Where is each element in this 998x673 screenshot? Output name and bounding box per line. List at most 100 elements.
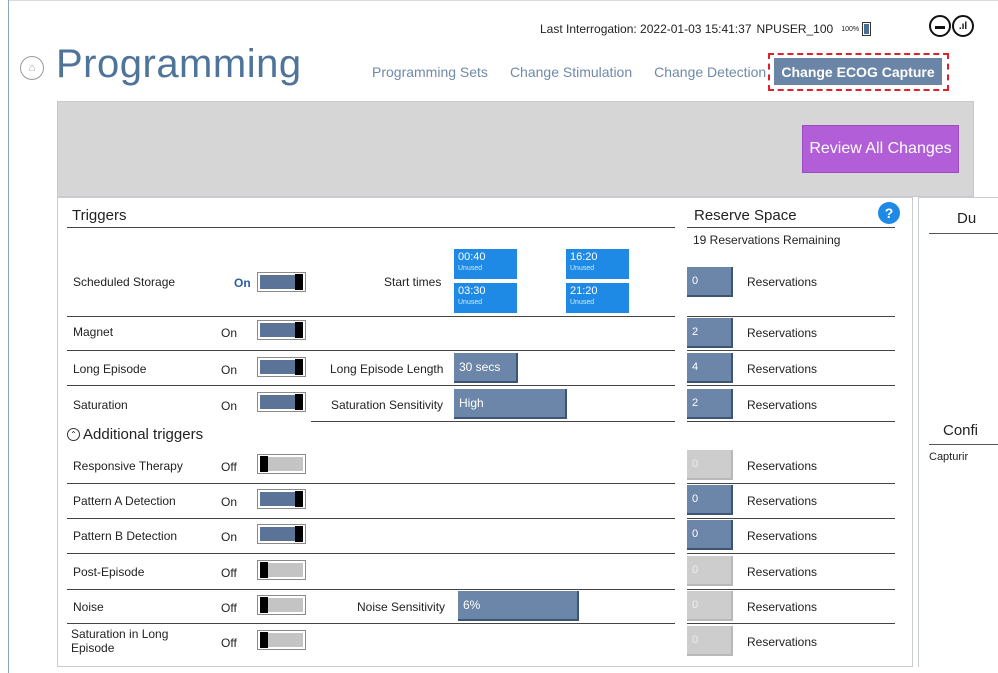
scheduled-storage-state: On [234, 276, 251, 290]
pattern-a-state: On [221, 495, 238, 509]
reservation-count-field[interactable]: 0 [687, 450, 733, 480]
start-time-value: 03:30 [458, 285, 486, 297]
row-divider [687, 553, 895, 554]
long-episode-length-field[interactable]: 30 secs [454, 353, 518, 383]
reservations-label: Reservations [747, 362, 818, 376]
side-divider [929, 444, 998, 445]
row-divider [687, 483, 895, 484]
row-divider [67, 553, 675, 554]
responsive-therapy-toggle[interactable] [257, 454, 306, 474]
duration-title: Du [957, 210, 977, 227]
pattern-b-label: Pattern B Detection [73, 529, 178, 543]
start-time-value: 21:20 [570, 285, 598, 297]
saturation-sensitivity-field[interactable]: High [454, 389, 567, 419]
start-time-value: 00:40 [458, 251, 486, 263]
triggers-title: Triggers [72, 207, 127, 224]
scheduled-storage-toggle[interactable] [257, 272, 306, 292]
saturation-long-episode-toggle[interactable] [257, 630, 306, 650]
row-divider [687, 316, 895, 317]
magnet-state: On [221, 326, 238, 340]
magnet-toggle[interactable] [257, 320, 306, 340]
reservation-count-field[interactable]: 2 [687, 389, 733, 419]
reservation-count-field[interactable]: 0 [687, 556, 733, 586]
row-divider [67, 589, 675, 590]
user-name: NPUSER_100 [756, 22, 834, 36]
reservation-count-field[interactable]: 0 [687, 591, 733, 621]
additional-triggers-title: Additional triggers [83, 426, 204, 443]
reservations-label: Reservations [747, 600, 818, 614]
noise-state: Off [221, 601, 237, 615]
row-divider [687, 421, 895, 422]
reservation-count-field[interactable]: 0 [687, 520, 733, 550]
start-time-button[interactable]: 16:20 Unused [566, 249, 629, 279]
additional-triggers-toggle[interactable]: ⌃ Additional triggers [67, 426, 203, 443]
long-episode-state: On [221, 363, 238, 377]
reservation-count-field[interactable]: 4 [687, 353, 733, 383]
noise-toggle[interactable] [257, 595, 306, 615]
start-time-value: 16:20 [570, 251, 598, 263]
pattern-a-label: Pattern A Detection [73, 494, 176, 508]
post-episode-toggle[interactable] [257, 560, 306, 580]
capturing-text: Capturir [929, 451, 969, 463]
row-divider [67, 316, 675, 317]
start-time-button[interactable]: 03:30 Unused [454, 283, 517, 313]
row-divider [687, 385, 895, 386]
reservations-label: Reservations [747, 565, 818, 579]
saturation-state: On [221, 399, 238, 413]
tab-change-ecog-capture[interactable]: Change ECOG Capture [774, 58, 942, 85]
reservation-count-field[interactable]: 0 [687, 626, 733, 656]
tab-change-stimulation[interactable]: Change Stimulation [510, 64, 632, 80]
start-time-button[interactable]: 21:20 Unused [566, 283, 629, 313]
battery-icon [862, 22, 872, 36]
reserve-divider [687, 227, 895, 228]
home-icon[interactable]: ⌂ [20, 56, 44, 80]
tab-bar: Programming Sets Change Stimulation Chan… [372, 64, 788, 80]
review-all-changes-button[interactable]: Review All Changes [802, 125, 959, 173]
responsive-therapy-label: Responsive Therapy [73, 459, 183, 473]
tab-programming-sets[interactable]: Programming Sets [372, 64, 488, 80]
magnet-label: Magnet [73, 325, 114, 339]
scheduled-storage-label: Scheduled Storage [73, 275, 176, 289]
reservations-label: Reservations [747, 398, 818, 412]
noise-sensitivity-label: Noise Sensitivity [357, 600, 446, 614]
status-bar: Last Interrogation: 2022-01-03 15:41:37 … [540, 22, 872, 36]
configuration-title: Confi [943, 422, 979, 439]
last-interrogation: Last Interrogation: 2022-01-03 15:41:37 [540, 22, 752, 36]
row-divider [67, 623, 675, 624]
tab-change-detection[interactable]: Change Detection [654, 64, 766, 80]
saturation-label: Saturation [73, 398, 128, 412]
briefcase-icon[interactable]: ▬ [929, 15, 951, 37]
long-episode-toggle[interactable] [257, 357, 306, 377]
signal-icon[interactable]: .ıl [952, 15, 974, 37]
saturation-long-episode-state: Off [221, 636, 237, 650]
duration-panel: Du Confi Capturir [918, 197, 998, 667]
reservations-label: Reservations [747, 635, 818, 649]
saturation-toggle[interactable] [257, 392, 306, 412]
reservation-count-field[interactable]: 2 [687, 318, 733, 348]
start-time-status: Unused [458, 299, 483, 306]
start-time-button[interactable]: 00:40 Unused [454, 249, 517, 279]
row-divider [67, 483, 675, 484]
triggers-divider [67, 227, 675, 228]
noise-sensitivity-field[interactable]: 6% [458, 591, 579, 621]
pattern-b-toggle[interactable] [257, 524, 306, 544]
battery-percent: 100% [841, 25, 860, 33]
start-time-status: Unused [570, 299, 595, 306]
saturation-sensitivity-label: Saturation Sensitivity [331, 398, 444, 412]
reservations-label: Reservations [747, 275, 818, 289]
reservations-label: Reservations [747, 494, 818, 508]
row-divider [687, 518, 895, 519]
pattern-a-toggle[interactable] [257, 489, 306, 509]
long-episode-label: Long Episode [73, 362, 147, 376]
reservation-count-field[interactable]: 0 [687, 485, 733, 515]
post-episode-label: Post-Episode [73, 565, 145, 579]
start-time-status: Unused [458, 265, 483, 272]
post-episode-state: Off [221, 566, 237, 580]
row-divider [67, 385, 675, 386]
reservations-label: Reservations [747, 459, 818, 473]
help-icon[interactable]: ? [878, 202, 900, 224]
side-divider [929, 233, 998, 234]
reservation-count-field[interactable]: 0 [687, 267, 733, 297]
start-times-label: Start times [384, 275, 442, 289]
chevron-up-icon: ⌃ [67, 428, 80, 441]
